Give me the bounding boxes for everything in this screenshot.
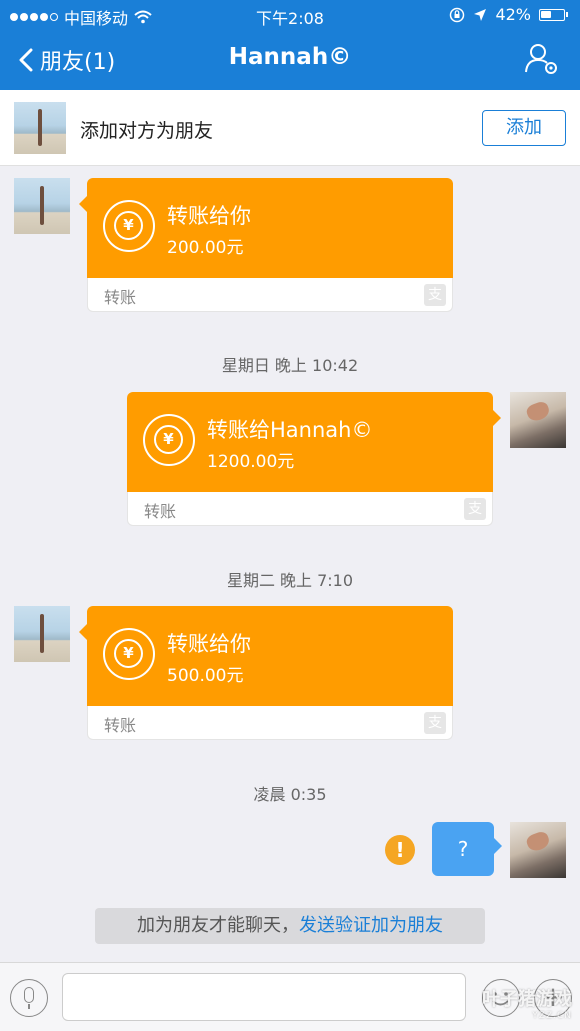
contact-avatar[interactable] — [14, 178, 70, 234]
contact-avatar[interactable] — [14, 606, 70, 662]
add-friend-bar: 添加对方为朋友 添加 — [0, 90, 580, 166]
transfer-footer-label: 转账 — [104, 716, 137, 735]
transfer-footer: 转账 支 — [87, 706, 453, 740]
transfer-footer: 转账 支 — [87, 278, 453, 312]
transfer-amount: 1200.00元 — [207, 452, 295, 472]
message-text: ? — [457, 837, 469, 861]
status-bar: 中国移动 下午2:08 42% — [0, 0, 580, 30]
emoji-button[interactable] — [482, 979, 520, 1017]
alipay-icon: 支 — [464, 498, 486, 520]
contact-avatar[interactable] — [14, 102, 66, 154]
my-avatar[interactable] — [510, 822, 566, 878]
bubble-tail — [79, 196, 87, 212]
yuan-coin-icon: ¥ — [103, 628, 155, 680]
friend-required-notice: 加为朋友才能聊天，发送验证加为朋友 — [95, 908, 485, 944]
alipay-icon: 支 — [424, 284, 446, 306]
transfer-footer: 转账 支 — [127, 492, 493, 526]
message-input[interactable] — [62, 973, 466, 1021]
chevron-left-icon — [19, 48, 33, 72]
transfer-card-body: ¥ 转账给你 200.00元 — [87, 178, 453, 278]
transfer-title: 转账给Hannah© — [207, 418, 373, 442]
send-verification-link[interactable]: 发送验证加为朋友 — [299, 915, 443, 936]
top-header: 中国移动 下午2:08 42% 朋友(1) Hannah© — [0, 0, 580, 90]
back-label: 朋友(1) — [40, 50, 116, 75]
transfer-card[interactable]: ¥ 转账给你 200.00元 转账 支 — [79, 178, 453, 312]
transfer-card-body: ¥ 转账给Hannah© 1200.00元 — [127, 392, 493, 492]
transfer-card-body: ¥ 转账给你 500.00元 — [87, 606, 453, 706]
lock-rotation-icon — [450, 7, 465, 22]
transfer-card[interactable]: ¥ 转账给你 500.00元 转账 支 — [79, 606, 453, 740]
transfer-footer-label: 转账 — [104, 288, 137, 307]
transfer-title: 转账给你 — [167, 204, 251, 228]
yuan-coin-icon: ¥ — [143, 414, 195, 466]
transfer-footer-label: 转账 — [144, 502, 177, 521]
location-arrow-icon — [474, 8, 487, 21]
timestamp: 星期二 晚上 7:10 — [226, 571, 354, 590]
timestamp: 凌晨 0:35 — [253, 785, 327, 804]
transfer-amount: 500.00元 — [167, 666, 244, 686]
add-friend-label: 添加对方为朋友 — [80, 120, 214, 142]
alipay-icon: 支 — [424, 712, 446, 734]
transfer-title: 转账给你 — [167, 632, 251, 656]
transfer-amount: 200.00元 — [167, 238, 244, 258]
send-failed-warning-icon[interactable]: ! — [385, 835, 415, 865]
my-avatar[interactable] — [510, 392, 566, 448]
navigation-bar: 朋友(1) Hannah© — [0, 30, 580, 90]
voice-input-button[interactable] — [10, 979, 48, 1017]
bubble-tail — [494, 838, 502, 854]
transfer-card[interactable]: ¥ 转账给Hannah© 1200.00元 转账 支 — [127, 392, 501, 526]
microphone-icon — [24, 987, 34, 1003]
user-settings-icon[interactable] — [524, 42, 560, 76]
bubble-tail — [79, 624, 87, 640]
timestamp: 星期日 晚上 10:42 — [221, 356, 359, 375]
more-options-button[interactable]: + — [534, 979, 572, 1017]
yuan-coin-icon: ¥ — [103, 200, 155, 252]
add-friend-button[interactable]: 添加 — [482, 110, 566, 146]
bubble-tail — [493, 410, 501, 426]
input-bar: + — [0, 962, 580, 1031]
status-right: 42% — [449, 5, 568, 24]
notice-text: 加为朋友才能聊天， — [137, 915, 299, 936]
smiley-icon — [492, 992, 509, 1006]
battery-percent: 42% — [495, 5, 531, 24]
battery-icon — [539, 8, 568, 21]
text-message-bubble[interactable]: ? — [432, 822, 502, 876]
back-button[interactable]: 朋友(1) — [18, 44, 115, 76]
